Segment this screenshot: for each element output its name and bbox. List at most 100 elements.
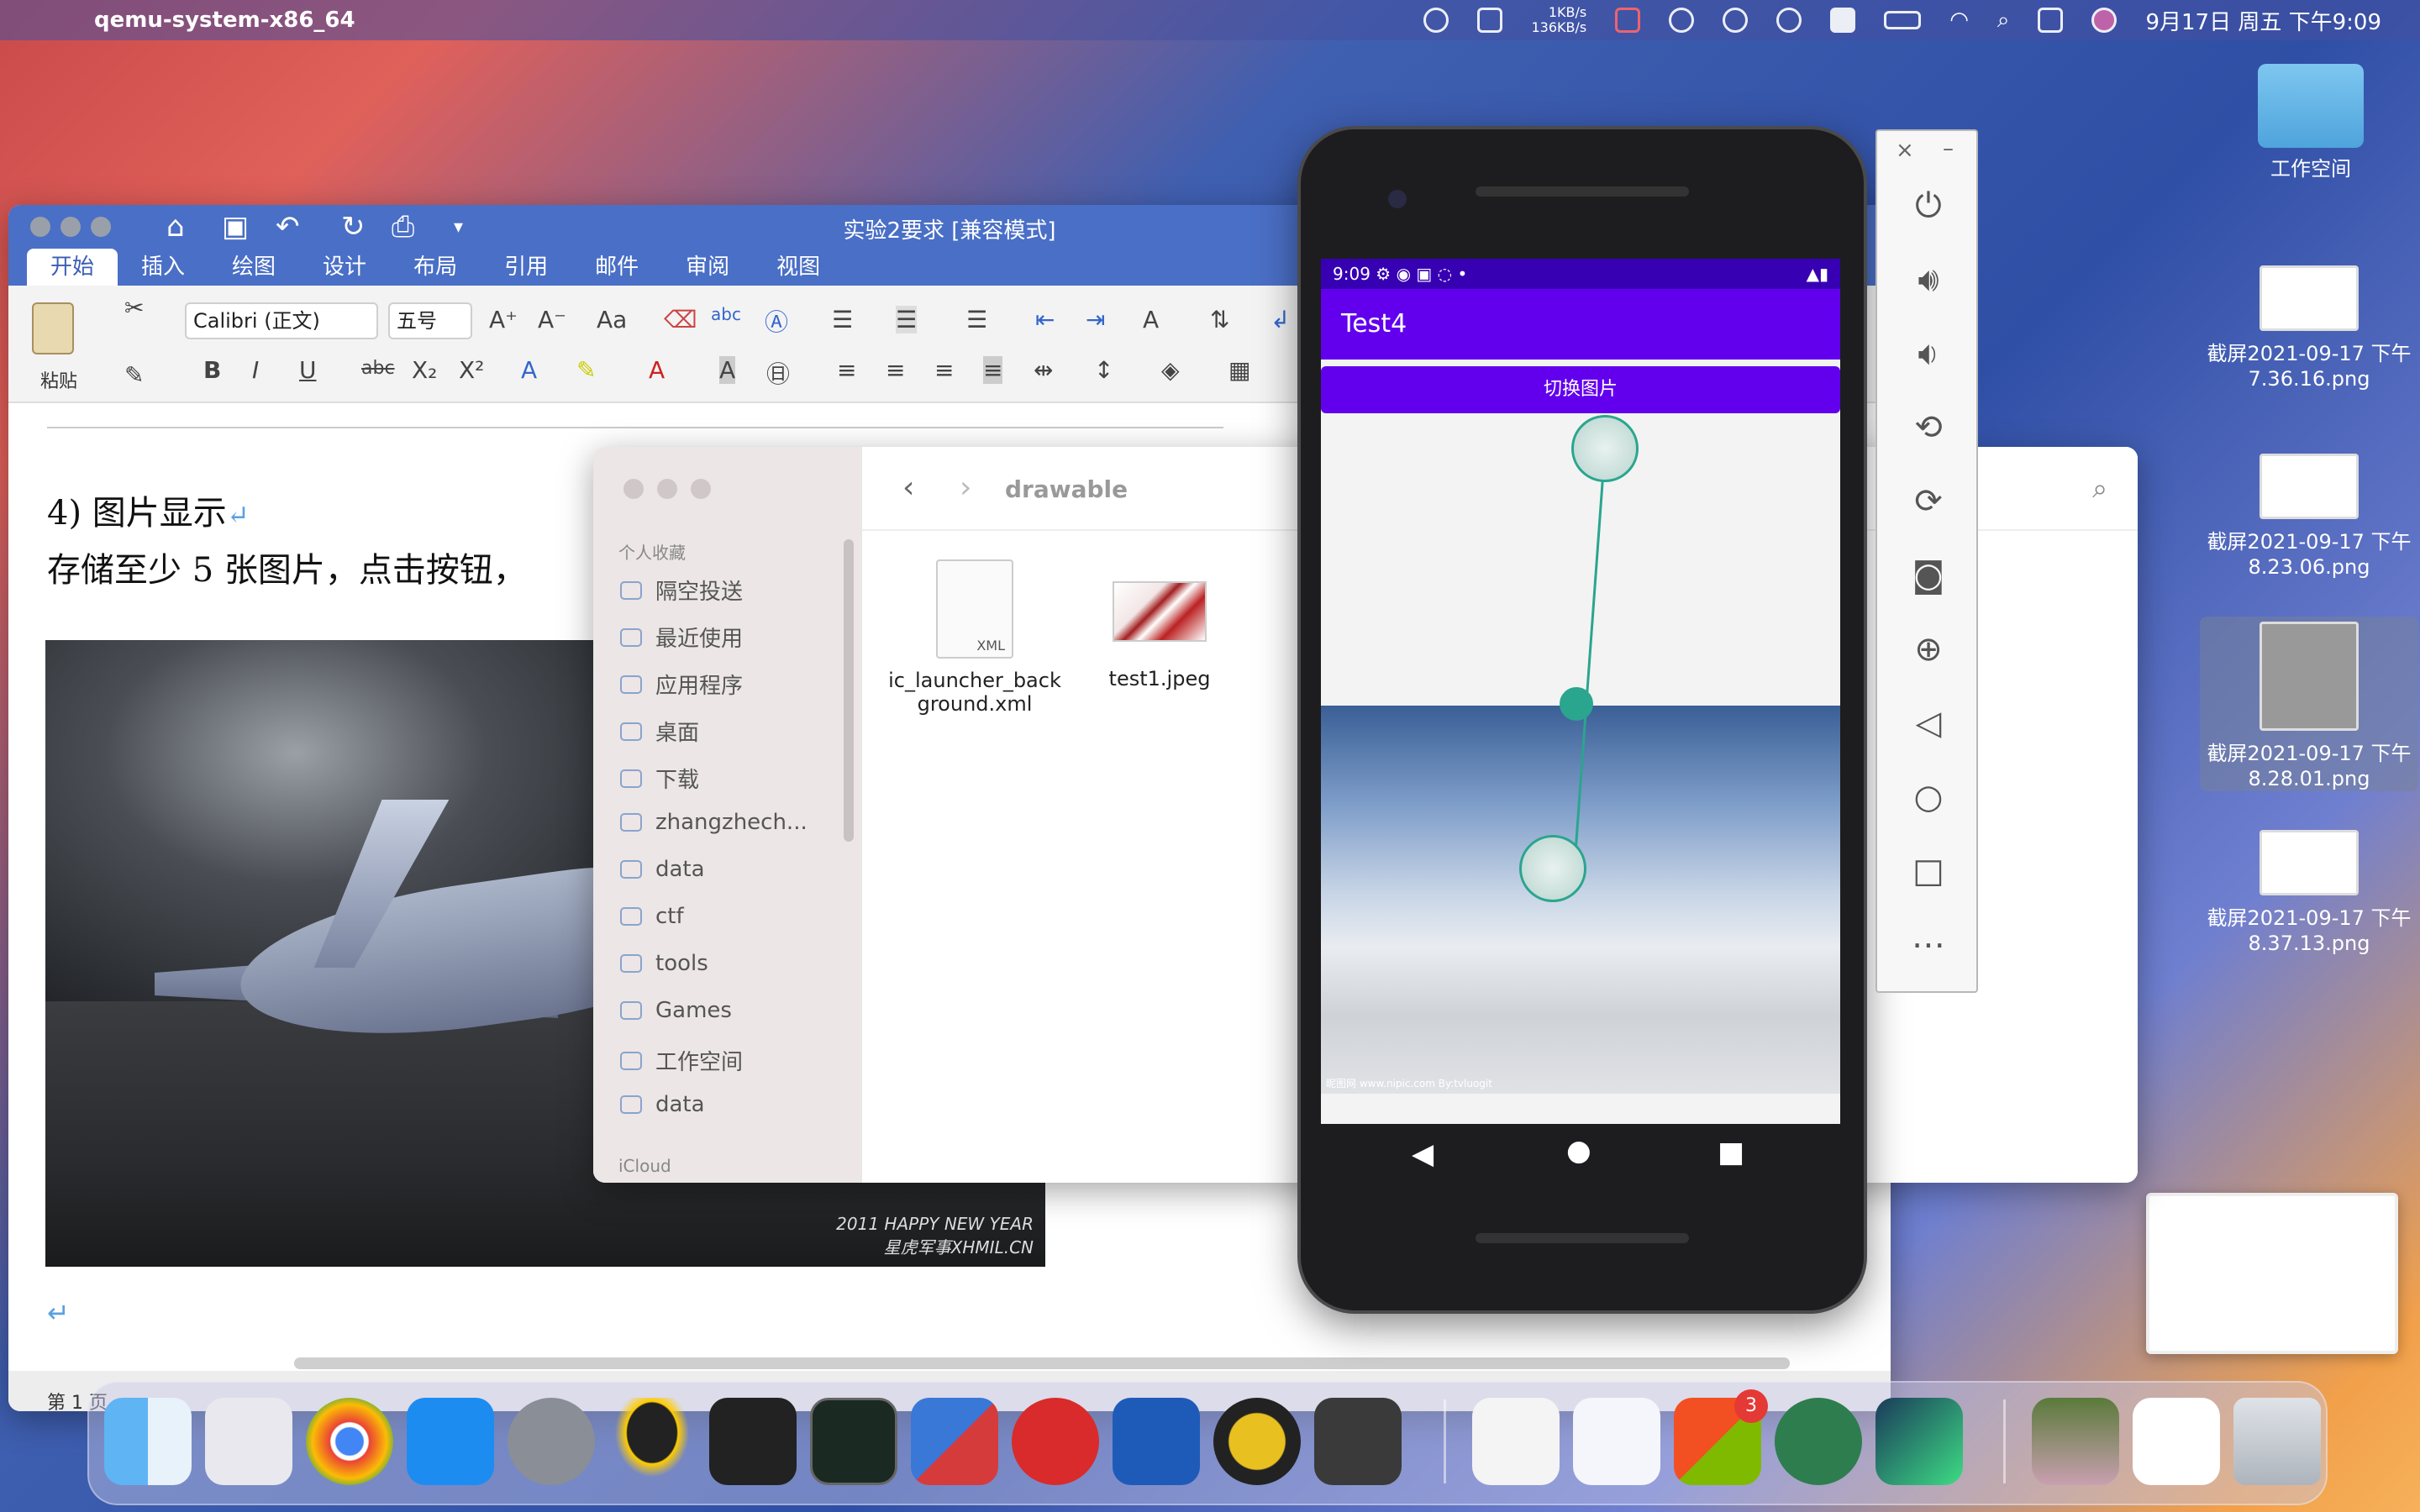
strikethrough-icon[interactable]: abc [361,358,395,379]
sidebar-scrollbar[interactable] [844,539,854,842]
back-icon[interactable]: ◀ [1412,1137,1434,1171]
siri-icon[interactable] [2091,8,2118,33]
rotate-left-icon[interactable]: ⟲ [1907,408,1949,447]
parallels-icon[interactable] [911,1398,998,1485]
align-left-icon[interactable]: ≡ [837,356,856,384]
borders-icon[interactable]: ▦ [1228,356,1250,384]
power-icon[interactable]: ⏻ [1907,186,1949,225]
clear-format-icon[interactable]: ⌫ [664,306,697,333]
underline-icon[interactable]: U [299,356,317,384]
tab-review[interactable]: 审阅 [662,249,753,286]
phonetic-icon[interactable]: abc [711,304,741,324]
font-color-icon[interactable]: A [649,356,665,384]
photos-stack-icon[interactable] [2032,1398,2119,1485]
baidu-netdisk-icon[interactable] [1573,1398,1660,1485]
sidebar-item-applications[interactable]: 应用程序 [620,669,743,700]
sidebar-item-ctf[interactable]: ctf [620,904,684,929]
overview-icon[interactable]: ■ [1718,1136,1744,1169]
font-family-select[interactable]: Calibri (正文) [185,302,378,339]
search-icon[interactable]: ⌕ [2092,472,2107,505]
volume-down-icon[interactable]: 🔉︎ [1907,334,1949,373]
drag-handle-bottom[interactable] [1519,835,1586,902]
screenshots-stack-icon[interactable] [2133,1398,2220,1485]
wifi-icon[interactable]: ◠ [1949,8,1969,33]
ultraedit-icon[interactable] [1213,1398,1301,1485]
qq-icon[interactable] [608,1398,696,1485]
sort-icon[interactable]: ⇅ [1210,306,1229,333]
tab-draw[interactable]: 绘图 [208,249,299,286]
minimize-icon[interactable]: – [1943,136,1954,161]
cut-icon[interactable]: ✂ [124,294,144,322]
app-store-icon[interactable] [407,1398,494,1485]
input-method-icon[interactable] [1830,8,1856,33]
line-spacing-icon[interactable]: ↕ [1094,356,1113,384]
screenshot-file[interactable]: 截屏2021-09-17 下午8.23.06.png [2200,454,2418,580]
workspace-folder[interactable]: 工作空间 [2218,64,2403,181]
char-shading-icon[interactable]: A [719,356,736,384]
tab-insert[interactable]: 插入 [118,249,208,286]
trash-icon[interactable] [2233,1398,2321,1485]
sidebar-item-home[interactable]: zhangzhech... [620,810,808,835]
finder-icon[interactable] [104,1398,192,1485]
status-icon[interactable] [1477,8,1503,33]
grow-font-icon[interactable]: A⁺ [489,306,518,333]
close-icon[interactable]: × [1896,138,1914,163]
netease-music-icon[interactable] [1012,1398,1099,1485]
shading-icon[interactable]: ◈ [1161,356,1180,384]
tab-home[interactable]: 开始 [27,249,118,286]
control-center-icon[interactable] [2038,8,2064,33]
paste-icon[interactable] [32,302,74,354]
sidebar-item-tools[interactable]: tools [620,951,708,976]
home-icon[interactable]: ● [1566,1134,1591,1168]
android-studio-icon[interactable] [1775,1398,1862,1485]
horizontal-scrollbar[interactable] [294,1357,1790,1369]
align-center-icon[interactable]: ≡ [886,356,905,384]
distributed-icon[interactable]: ⇹ [1034,356,1053,384]
status-icon[interactable] [1669,8,1695,33]
volume-up-icon[interactable]: 🔊︎ [1907,260,1949,299]
screenshot-file[interactable]: 截屏2021-09-17 下午8.28.01.png [2200,617,2418,791]
system-preferences-icon[interactable] [508,1398,595,1485]
sidebar-item-recents[interactable]: 最近使用 [620,622,743,653]
align-right-icon[interactable]: ≡ [934,356,954,384]
back-icon[interactable]: ‹ [902,470,914,505]
superscript-icon[interactable]: X² [459,356,484,384]
clock[interactable]: 9月17日 周五 下午9:09 [2145,5,2381,36]
calculator-icon[interactable] [1314,1398,1402,1485]
play-icon[interactable] [1776,8,1802,33]
enclose-char-icon[interactable]: ㊐ [766,356,790,390]
file-item[interactable]: XML ic_launcher_background.xml [882,559,1067,716]
highlight-icon[interactable]: ✎ [576,356,596,384]
home-icon[interactable]: ○ [1907,778,1949,816]
italic-icon[interactable]: I [252,356,259,384]
zoom-button[interactable] [691,479,711,499]
numbering-icon[interactable]: ☰ [896,306,918,333]
status-icon[interactable] [1615,8,1641,33]
terminal-icon[interactable] [709,1398,797,1485]
app-name[interactable]: qemu-system-x86_64 [94,8,355,33]
minimize-button[interactable] [657,479,677,499]
bold-icon[interactable]: B [203,356,221,384]
format-painter-icon[interactable]: ✎ [124,361,144,389]
text-effects-icon[interactable]: A [521,356,537,384]
zoom-icon[interactable]: ⊕ [1907,630,1949,669]
drag-handle-center[interactable] [1560,687,1593,721]
change-case-icon[interactable]: Aa [597,306,627,333]
word-icon[interactable] [1113,1398,1200,1485]
microsoft-autoupdate-icon[interactable]: 3 [1674,1389,1768,1485]
decrease-indent-icon[interactable]: ⇤ [1035,306,1055,333]
sidebar-item-data[interactable]: data [620,857,705,882]
activity-monitor-icon[interactable] [810,1398,897,1485]
forward-icon[interactable]: › [960,470,971,505]
sidebar-item-desktop[interactable]: 桌面 [620,716,699,747]
search-icon[interactable]: ⌕ [1997,8,2010,34]
sidebar-item-games[interactable]: Games [620,998,732,1023]
camera-icon[interactable]: ◙ [1907,556,1949,595]
device-screen[interactable]: 9:09 ⚙ ◉ ▣ ◌ • ▲▮ Test4 切换图片 昵图网 www.nipi… [1321,259,1840,1124]
more-icon[interactable]: ⋯ [1907,926,1949,964]
typora-icon[interactable] [1472,1398,1560,1485]
screenshot-preview[interactable] [2146,1193,2398,1354]
multilevel-list-icon[interactable]: ☰ [966,306,987,333]
sidebar-item-downloads[interactable]: 下载 [620,763,699,794]
subscript-icon[interactable]: X₂ [412,356,437,384]
